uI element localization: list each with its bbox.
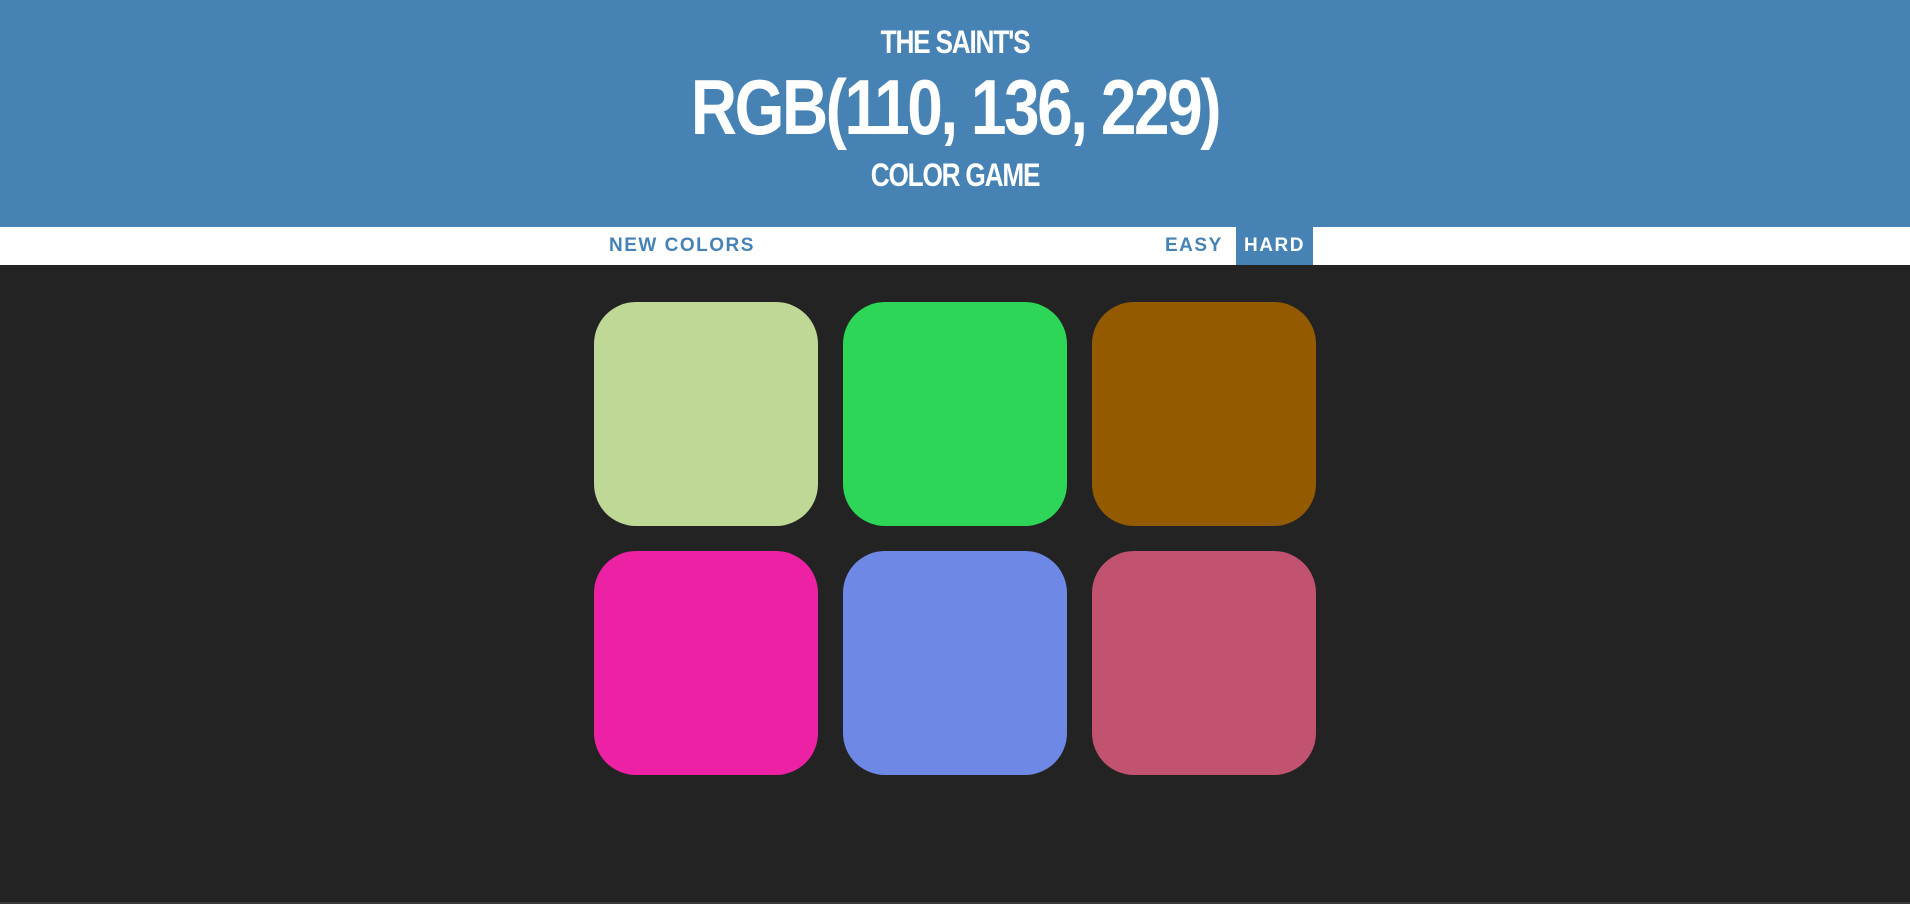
new-colors-button[interactable]: NEW COLORS xyxy=(601,227,763,265)
color-square-4[interactable] xyxy=(594,551,818,775)
color-square-5[interactable] xyxy=(843,551,1067,775)
control-stripe: NEW COLORS EASY HARD xyxy=(0,227,1910,265)
hard-mode-button[interactable]: HARD xyxy=(1236,227,1313,265)
title-line-1: THE SAINT'S xyxy=(880,24,1031,60)
color-square-6[interactable] xyxy=(1092,551,1316,775)
color-board xyxy=(0,265,1910,904)
header: THE SAINT'S RGB(110, 136, 229) COLOR GAM… xyxy=(0,0,1910,227)
color-square-1[interactable] xyxy=(594,302,818,526)
target-rgb-display: RGB(110, 136, 229) xyxy=(690,63,1222,151)
color-square-2[interactable] xyxy=(843,302,1067,526)
color-square-3[interactable] xyxy=(1092,302,1316,526)
title-line-3: COLOR GAME xyxy=(870,157,1041,193)
easy-mode-button[interactable]: EASY xyxy=(1157,227,1231,265)
